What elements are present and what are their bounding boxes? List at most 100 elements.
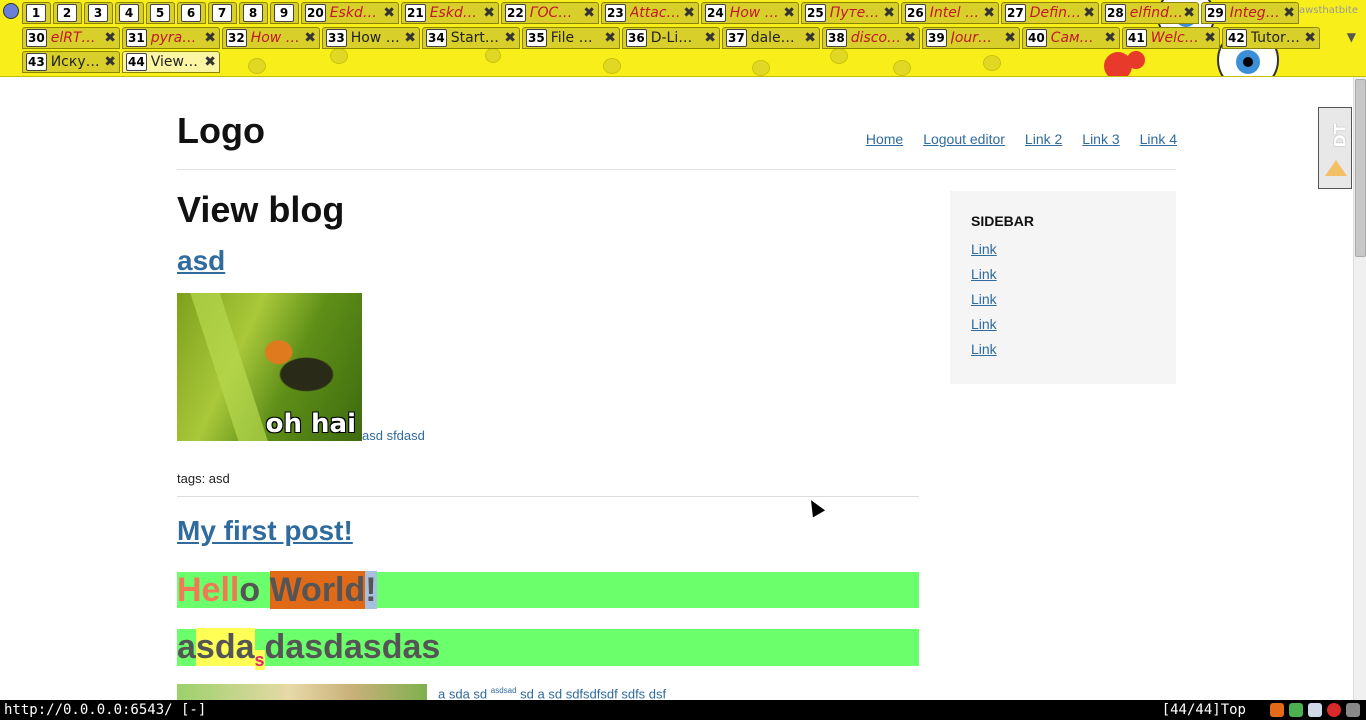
tab-close-icon[interactable]: ✖ — [583, 5, 595, 21]
tab-close-icon[interactable]: ✖ — [1204, 30, 1216, 46]
post-body-link[interactable]: asd sfdasd — [362, 428, 425, 443]
sidebar-link[interactable]: Link — [971, 241, 1155, 257]
browser-tab[interactable]: 36 D-Li… ✖ — [622, 27, 720, 49]
vertical-scrollbar[interactable] — [1353, 77, 1366, 700]
bubble-decoration — [983, 55, 1001, 71]
browser-tab[interactable]: 43 Иску… ✖ — [22, 51, 120, 73]
tab-close-icon[interactable]: ✖ — [983, 5, 995, 21]
tab-close-icon[interactable]: ✖ — [1283, 5, 1295, 21]
sidebar-link[interactable]: Link — [971, 341, 1155, 357]
tab-number: 29 — [1205, 4, 1226, 22]
tab-close-icon[interactable]: ✖ — [1304, 30, 1316, 46]
browser-tab[interactable]: 8 — [239, 2, 268, 24]
tab-close-icon[interactable]: ✖ — [804, 30, 816, 46]
browser-tab[interactable]: 40 Сам… ✖ — [1022, 27, 1120, 49]
browser-tab[interactable]: 42 Tutor… ✖ — [1222, 27, 1320, 49]
tab-number: 9 — [274, 4, 294, 22]
browser-tab[interactable]: 5 — [146, 2, 175, 24]
tab-close-icon[interactable]: ✖ — [1083, 5, 1095, 21]
tab-number: 25 — [805, 4, 826, 22]
browser-tab[interactable]: 39 Jour… ✖ — [922, 27, 1020, 49]
sidebar-link[interactable]: Link — [971, 266, 1155, 282]
browser-tab[interactable]: 37 dale… ✖ — [722, 27, 820, 49]
page-icon[interactable] — [1308, 703, 1322, 717]
post-body-link[interactable]: a sda sd asdsad sd a sd sdfsdfsdf sdfs d… — [438, 686, 666, 700]
tab-number: 26 — [905, 4, 926, 22]
browser-tab[interactable]: 38 disco… ✖ — [822, 27, 920, 49]
tab-list-menu-icon[interactable]: ▼ — [1347, 30, 1356, 44]
tab-close-icon[interactable]: ✖ — [904, 30, 916, 46]
post-title-link[interactable]: asd — [177, 245, 225, 277]
browser-tab[interactable]: 32 How … ✖ — [222, 27, 320, 49]
browser-tab[interactable]: 26 Intel … ✖ — [901, 2, 999, 24]
nav-link-3[interactable]: Link 3 — [1082, 131, 1119, 147]
tab-close-icon[interactable]: ✖ — [604, 30, 616, 46]
browser-tab[interactable]: 29 Integ… ✖ — [1201, 2, 1299, 24]
browser-tab[interactable]: 21 Eskd… ✖ — [401, 2, 499, 24]
browser-tab[interactable]: 4 — [115, 2, 144, 24]
pen-icon[interactable] — [1346, 703, 1360, 717]
sidebar-link[interactable]: Link — [971, 291, 1155, 307]
tab-close-icon[interactable]: ✖ — [704, 30, 716, 46]
app-menu-icon[interactable] — [3, 3, 19, 19]
tab-close-icon[interactable]: ✖ — [104, 30, 116, 46]
browser-tab[interactable]: 3 — [84, 2, 113, 24]
web-page: Logo Home Logout editor Link 2 Link 3 Li… — [0, 77, 1354, 700]
tab-close-icon[interactable]: ✖ — [504, 30, 516, 46]
beetle-image: oh hai — [177, 293, 362, 441]
browser-tab[interactable]: 33 How … ✖ — [322, 27, 420, 49]
browser-tab[interactable]: 41 Welc… ✖ — [1122, 27, 1220, 49]
debug-toolbar-toggle[interactable]: DT — [1318, 107, 1352, 189]
browser-tab[interactable]: 27 Defin… ✖ — [1001, 2, 1099, 24]
scrollbar-thumb[interactable] — [1355, 79, 1366, 257]
sidebar-link[interactable]: Link — [971, 316, 1155, 332]
tab-title: Attac… — [629, 5, 681, 21]
adblock-icon[interactable] — [1327, 703, 1341, 717]
tab-title: elfind… — [1129, 5, 1182, 21]
browser-tab[interactable]: 35 File … ✖ — [522, 27, 620, 49]
browser-tab[interactable]: 6 — [177, 2, 206, 24]
tab-number: 30 — [26, 29, 47, 47]
addon-icon[interactable] — [1270, 703, 1284, 717]
tab-close-icon[interactable]: ✖ — [204, 54, 216, 70]
browser-tab[interactable]: 28 elfind… ✖ — [1101, 2, 1199, 24]
nav-link-4[interactable]: Link 4 — [1140, 131, 1177, 147]
browser-tab[interactable]: 34 Start… ✖ — [422, 27, 520, 49]
browser-tab[interactable]: 1 — [22, 2, 51, 24]
browser-tab[interactable]: 22 ГОС… ✖ — [501, 2, 599, 24]
highlight-segment: World — [269, 571, 366, 609]
browser-tab[interactable]: 25 Путе… ✖ — [801, 2, 899, 24]
nav-home-link[interactable]: Home — [866, 131, 903, 147]
browser-tab[interactable]: 23 Attac… ✖ — [601, 2, 699, 24]
tab-close-icon[interactable]: ✖ — [383, 5, 395, 21]
tab-number: 21 — [405, 4, 426, 22]
tab-number: 38 — [826, 29, 847, 47]
tab-close-icon[interactable]: ✖ — [883, 5, 895, 21]
tab-close-icon[interactable]: ✖ — [204, 30, 216, 46]
tab-title: Jour… — [950, 30, 993, 46]
browser-tab[interactable]: 31 pyra… ✖ — [122, 27, 220, 49]
tab-close-icon[interactable]: ✖ — [404, 30, 416, 46]
browser-tab[interactable]: 30 elRT… ✖ — [22, 27, 120, 49]
browser-tab[interactable]: 9 — [270, 2, 299, 24]
browser-tab[interactable]: 24 How … ✖ — [701, 2, 799, 24]
site-logo[interactable]: Logo — [177, 110, 265, 152]
post-title-link[interactable]: My first post! — [177, 515, 353, 547]
addon-icon[interactable] — [1289, 703, 1303, 717]
nav-logout-link[interactable]: Logout editor — [923, 131, 1005, 147]
nav-link-2[interactable]: Link 2 — [1025, 131, 1062, 147]
browser-tab[interactable]: 2 — [53, 2, 82, 24]
browser-tab[interactable]: 44 View… ✖ — [122, 51, 220, 73]
browser-tab[interactable]: 7 — [208, 2, 237, 24]
browser-tab[interactable]: 20 Eskd… ✖ — [301, 2, 399, 24]
tab-close-icon[interactable]: ✖ — [1004, 30, 1016, 46]
tab-close-icon[interactable]: ✖ — [1183, 5, 1195, 21]
tab-close-icon[interactable]: ✖ — [104, 54, 116, 70]
tab-close-icon[interactable]: ✖ — [683, 5, 695, 21]
status-position: [44/44]Top — [1161, 702, 1246, 718]
tab-number: 43 — [26, 53, 47, 71]
tab-close-icon[interactable]: ✖ — [304, 30, 316, 46]
tab-close-icon[interactable]: ✖ — [483, 5, 495, 21]
tab-close-icon[interactable]: ✖ — [783, 5, 795, 21]
tab-close-icon[interactable]: ✖ — [1104, 30, 1116, 46]
